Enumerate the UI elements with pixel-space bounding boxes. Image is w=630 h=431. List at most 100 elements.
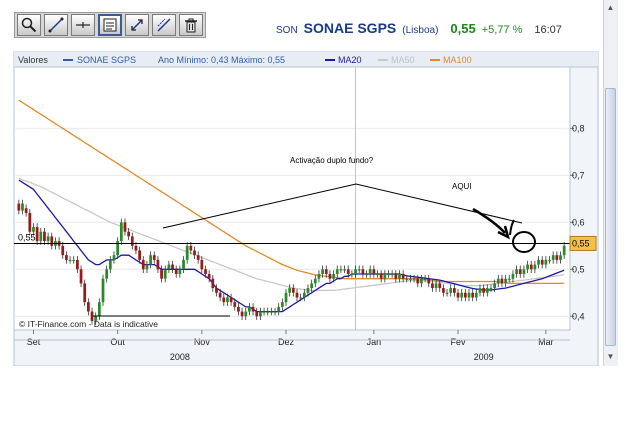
candle-body xyxy=(284,292,288,303)
candle-body xyxy=(145,264,149,270)
candle-body xyxy=(442,288,445,293)
candle-body xyxy=(193,250,196,256)
annotation-double-bottom: Activação duplo fundo? xyxy=(290,156,374,165)
candle-body xyxy=(507,278,511,280)
candle-body xyxy=(449,288,453,293)
candle-body xyxy=(346,269,350,274)
vertical-scrollbar[interactable]: ▲ ▼ xyxy=(603,0,618,366)
candle-body xyxy=(299,297,303,299)
candle-body xyxy=(343,269,346,271)
legend-label: Valores xyxy=(18,55,48,65)
candle-body xyxy=(416,278,420,284)
candle-body xyxy=(226,297,229,303)
x-tick-label: Mar xyxy=(538,337,554,347)
candle-body xyxy=(17,203,21,211)
candle-body xyxy=(101,278,105,303)
annotation-here: AQUI xyxy=(452,182,472,191)
legend: Valores SONAE SGPS Ano Mínimo: 0,43 Máxi… xyxy=(18,55,472,65)
candle-body xyxy=(32,227,35,232)
candle-body xyxy=(46,236,50,242)
candle-body xyxy=(141,259,145,270)
candle-body xyxy=(515,269,518,274)
y-tick-label: 0,8 xyxy=(572,123,585,133)
candle-body xyxy=(35,227,39,242)
candle-body xyxy=(152,255,156,260)
candle-body xyxy=(372,269,376,274)
candle-body xyxy=(383,273,387,279)
y-tick-label: 0,4 xyxy=(572,311,585,321)
candle-body xyxy=(357,269,361,271)
candle-body xyxy=(328,273,332,279)
candle-body xyxy=(39,231,43,242)
candle-body xyxy=(420,278,423,284)
candle-body xyxy=(218,292,222,298)
candle-body xyxy=(551,255,555,260)
candle-body xyxy=(79,269,83,284)
scroll-up-icon[interactable]: ▲ xyxy=(605,2,616,13)
candle-body xyxy=(167,264,171,270)
candle-body xyxy=(361,269,365,274)
candle-body xyxy=(68,259,72,262)
candle-body xyxy=(474,292,478,298)
candle-body xyxy=(412,278,416,280)
x-tick-label: Out xyxy=(110,337,125,347)
candle-body xyxy=(200,259,204,270)
candle-body xyxy=(478,288,482,293)
candle-body xyxy=(489,288,493,290)
candle-body xyxy=(467,292,471,298)
candle-body xyxy=(485,288,489,293)
candle-body xyxy=(211,278,215,289)
candle-body xyxy=(86,302,90,312)
candle-body xyxy=(259,311,262,317)
candle-body xyxy=(244,311,248,317)
candle-body xyxy=(394,273,398,279)
x-tick-label: Dez xyxy=(278,337,295,347)
candle-body xyxy=(43,231,46,242)
price-chart[interactable]: Valores SONAE SGPS Ano Mínimo: 0,43 Máxi… xyxy=(0,0,603,366)
candle-body xyxy=(185,245,189,260)
candle-body xyxy=(28,212,32,232)
candle-body xyxy=(189,245,193,251)
candle-body xyxy=(562,245,566,256)
candle-body xyxy=(321,269,324,274)
candle-body xyxy=(526,264,529,270)
last-price-label: 0,55 xyxy=(572,238,590,248)
candle-body xyxy=(149,255,152,265)
candle-body xyxy=(291,288,295,293)
candle-body xyxy=(65,255,68,260)
candle-body xyxy=(174,269,178,274)
candle-body xyxy=(339,269,343,271)
candle-body xyxy=(215,288,218,293)
candle-body xyxy=(332,273,335,279)
candle-body xyxy=(427,278,431,284)
candle-body xyxy=(269,311,273,313)
data-source-note: © IT-Finance.com - Data is indicative xyxy=(19,319,158,329)
candle-body xyxy=(387,273,390,276)
candle-body xyxy=(529,264,533,270)
candle-body xyxy=(182,259,185,270)
candle-body xyxy=(72,259,76,262)
scroll-down-icon[interactable]: ▼ xyxy=(605,351,616,362)
candle-body xyxy=(130,236,134,246)
candle-body xyxy=(76,259,79,270)
candle-body xyxy=(401,273,405,279)
scroll-thumb[interactable] xyxy=(605,88,616,346)
y-tick-label: 0,5 xyxy=(572,264,585,274)
candle-body xyxy=(50,236,54,246)
candle-body xyxy=(288,288,292,293)
candle-body xyxy=(97,302,101,317)
candle-body xyxy=(438,283,442,289)
candle-body xyxy=(112,255,116,260)
candle-body xyxy=(222,297,226,303)
candle-body xyxy=(229,297,233,303)
year-label: 2008 xyxy=(170,352,190,362)
candle-body xyxy=(160,269,163,279)
last-price-box: 0,55 xyxy=(569,235,597,251)
candle-body xyxy=(431,283,434,289)
y-tick-label: 0,7 xyxy=(572,170,585,180)
candle-body xyxy=(533,264,537,270)
candle-body xyxy=(255,311,259,317)
candle-body xyxy=(108,259,112,270)
candle-body xyxy=(302,292,306,298)
y-tick-label: 0,6 xyxy=(572,217,585,227)
